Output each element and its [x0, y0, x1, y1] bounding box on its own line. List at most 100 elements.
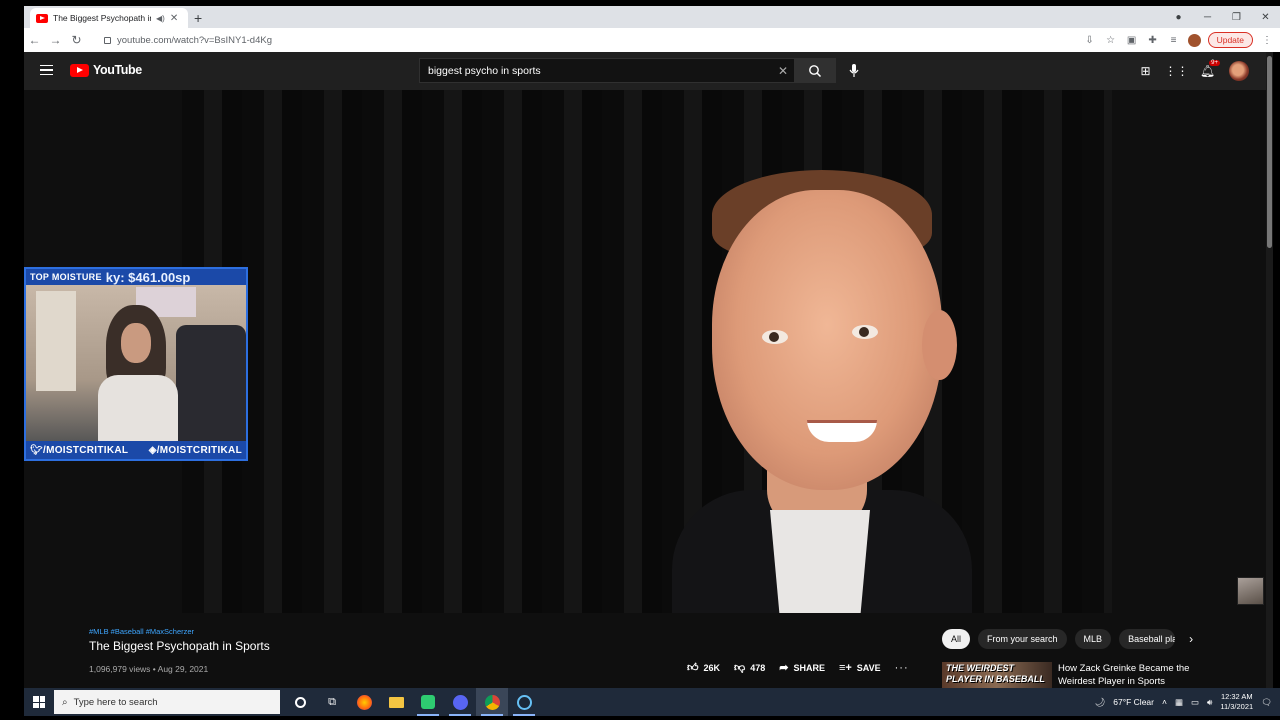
chevron-right-icon[interactable]: › — [1189, 632, 1193, 646]
volume-icon[interactable]: 🔊︎ — [1207, 697, 1212, 708]
address-bar[interactable]: youtube.com/watch?v=BsINY1-d4Kg — [100, 30, 1080, 50]
youtube-wordmark: YouTube — [93, 63, 142, 77]
chip-baseball-players[interactable]: Baseball pla — [1119, 629, 1176, 649]
tray-expand-icon[interactable]: ˄ — [1162, 697, 1167, 707]
save-button[interactable]: ≡+ SAVE — [839, 662, 881, 674]
search-button[interactable] — [794, 58, 836, 83]
video-meta: 1,096,979 views • Aug 29, 2021 — [89, 664, 209, 674]
video-hashtags[interactable]: #MLB #Baseball #MaxScherzer — [89, 627, 270, 636]
tab-title: The Biggest Psychopath in Sports — [53, 13, 151, 23]
chip-mlb[interactable]: MLB — [1074, 629, 1112, 649]
top-label: TOP MOISTURE — [30, 272, 102, 282]
clear-search-icon[interactable]: ✕ — [772, 64, 794, 78]
account-avatar[interactable] — [1229, 61, 1249, 81]
overlay-top-bar: TOP MOISTURE ky: $461.00sp — [26, 269, 246, 285]
dislike-button[interactable]: 👎︎ 478 — [734, 661, 765, 674]
browser-menu-icon[interactable]: ⋮ — [1260, 35, 1274, 46]
twitter-handle: 🐦︎/MOISTCRITIKAL — [30, 444, 129, 456]
more-actions-icon[interactable]: ··· — [895, 662, 909, 674]
weather-text[interactable]: 67°F Clear — [1113, 697, 1154, 707]
update-button[interactable]: Update — [1207, 32, 1253, 48]
youtube-header: YouTube biggest psycho in sports ✕ ⊞ ⋮⋮ … — [24, 52, 1273, 90]
related-chips: All From your search MLB Baseball pla › — [942, 629, 1193, 649]
video-title: The Biggest Psychopath in Sports — [89, 639, 270, 653]
tray-app-icon[interactable]: ▦ — [1175, 697, 1183, 708]
clock-date: 11/3/2021 — [1220, 702, 1254, 711]
video-actions: 👍︎ 26K 👎︎ 478 ➦ SHARE ≡+ SAVE ··· — [687, 661, 909, 675]
maximize-icon[interactable]: ❐ — [1222, 12, 1251, 23]
close-window-icon[interactable]: ✕ — [1251, 12, 1280, 23]
microphone-icon — [849, 64, 859, 77]
search-box[interactable]: biggest psycho in sports ✕ — [419, 58, 794, 83]
save-label: SAVE — [856, 662, 881, 673]
clock-time: 12:32 AM — [1220, 692, 1253, 701]
cortana-icon[interactable] — [284, 688, 316, 716]
recommended-video[interactable]: THE WEIRDEST PLAYER IN BASEBALL How Zack… — [942, 662, 1208, 688]
tab-audio-icon[interactable]: ◀) — [156, 14, 165, 23]
tab-strip: The Biggest Psychopath in Sports ◀) ✕ + … — [24, 6, 1280, 28]
video-frame-person — [562, 130, 972, 613]
apps-grid-icon[interactable]: ⋮⋮ — [1165, 62, 1189, 81]
back-icon[interactable]: ← — [24, 33, 45, 47]
tray-network-icon[interactable]: ▭ — [1191, 697, 1199, 708]
webcam-overlay: TOP MOISTURE ky: $461.00sp 🐦︎/MOISTCRITI… — [24, 267, 248, 461]
clock[interactable]: 12:32 AM 11/3/2021 — [1220, 692, 1253, 712]
voice-search-button[interactable] — [846, 63, 862, 79]
discord-icon[interactable] — [444, 688, 476, 716]
like-count: 26K — [703, 662, 721, 673]
reading-list-icon[interactable]: ≡ — [1167, 35, 1181, 46]
menu-icon[interactable] — [40, 65, 53, 75]
reload-icon[interactable]: ↻ — [66, 33, 87, 47]
share-label: SHARE — [793, 662, 825, 673]
create-video-icon[interactable]: ⊞ — [1136, 62, 1155, 81]
page-scrollbar[interactable] — [1266, 52, 1273, 688]
share-button[interactable]: ➦ SHARE — [779, 661, 825, 674]
mini-thumbnail[interactable] — [1237, 577, 1264, 605]
scrollbar-thumb[interactable] — [1267, 56, 1272, 248]
taskbar-search-placeholder: Type here to search — [73, 696, 158, 708]
taskbar-search[interactable]: ⌕ Type here to search — [54, 690, 280, 714]
url-text: youtube.com/watch?v=BsINY1-d4Kg — [117, 34, 272, 46]
share-arrow-icon: ➦ — [779, 662, 789, 674]
header-actions: ⊞ ⋮⋮ 🔔︎ 9+ — [1136, 59, 1249, 81]
chrome-icon[interactable] — [476, 688, 508, 716]
firefox-icon[interactable] — [348, 688, 380, 716]
notification-badge: 9+ — [1209, 59, 1220, 66]
minimize-icon[interactable]: ─ — [1193, 12, 1222, 23]
chip-all[interactable]: All — [942, 629, 971, 649]
extension-icon[interactable]: ▣ — [1125, 35, 1139, 46]
top-amount: ky: $461.00sp — [105, 269, 191, 285]
video-info: #MLB #Baseball #MaxScherzer The Biggest … — [89, 627, 270, 674]
recommended-thumbnail[interactable]: THE WEIRDEST PLAYER IN BASEBALL — [942, 662, 1052, 688]
file-explorer-icon[interactable] — [380, 688, 412, 716]
search-input[interactable]: biggest psycho in sports — [428, 65, 772, 77]
youtube-logo[interactable]: YouTube — [70, 63, 142, 77]
browser-tab[interactable]: The Biggest Psychopath in Sports ◀) ✕ — [30, 8, 188, 28]
start-button[interactable] — [24, 688, 54, 716]
like-button[interactable]: 👍︎ 26K — [687, 661, 720, 674]
thumbnail-text: THE WEIRDEST PLAYER IN BASEBALL — [946, 663, 1045, 684]
dislike-count: 478 — [750, 662, 766, 673]
notifications-bell-icon[interactable]: 🔔︎ 9+ — [1198, 59, 1220, 81]
profile-avatar-icon[interactable] — [1187, 33, 1201, 47]
steam-icon[interactable] — [508, 688, 540, 716]
lock-icon — [104, 36, 111, 44]
chip-from-your-search[interactable]: From your search — [978, 629, 1067, 649]
media-control-icon[interactable]: ● — [1164, 12, 1193, 23]
app-green-icon[interactable] — [412, 688, 444, 716]
bookmark-star-icon[interactable]: ☆ — [1104, 35, 1118, 46]
browser-chrome: The Biggest Psychopath in Sports ◀) ✕ + … — [24, 6, 1280, 52]
forward-icon[interactable]: → — [45, 33, 66, 47]
browser-toolbar: ← → ↻ youtube.com/watch?v=BsINY1-d4Kg ⇩ … — [24, 28, 1280, 52]
install-app-icon[interactable]: ⇩ — [1083, 35, 1097, 46]
notification-center-icon[interactable]: 🗨︎ — [1261, 697, 1272, 708]
recommended-title[interactable]: How Zack Greinke Became the Weirdest Pla… — [1058, 662, 1208, 688]
search-icon: ⌕ — [62, 696, 68, 708]
playlist-add-icon: ≡+ — [838, 661, 852, 674]
new-tab-icon[interactable]: + — [194, 10, 202, 26]
video-player[interactable] — [182, 90, 1112, 613]
puzzle-extensions-icon[interactable]: ✚ — [1146, 35, 1160, 46]
tab-close-icon[interactable]: ✕ — [170, 13, 178, 24]
task-view-icon[interactable]: ⧉ — [316, 688, 348, 716]
youtube-play-logo-icon — [70, 63, 89, 77]
